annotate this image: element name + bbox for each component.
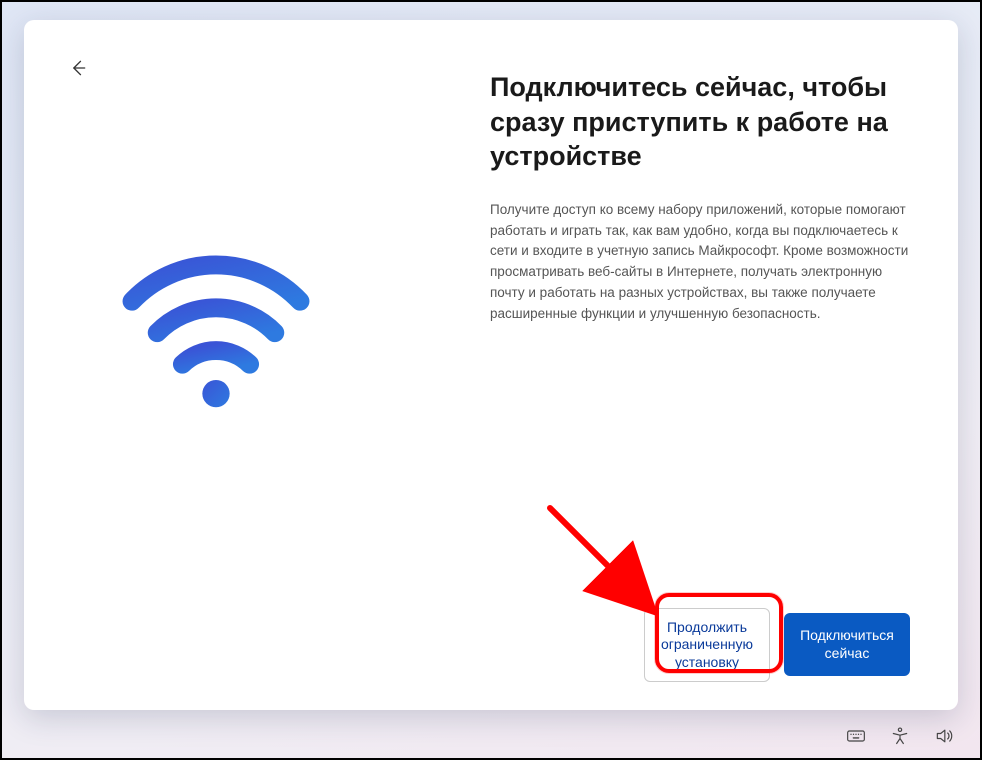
page-description: Получите доступ ко всему набору приложен…	[490, 200, 910, 326]
oobe-window: Подключитесь сейчас, чтобы сразу приступ…	[24, 20, 958, 710]
illustration-pane	[72, 36, 470, 600]
on-screen-keyboard-icon[interactable]	[844, 724, 868, 748]
text-pane: Подключитесь сейчас, чтобы сразу приступ…	[490, 56, 910, 600]
page-title: Подключитесь сейчас, чтобы сразу приступ…	[490, 70, 910, 174]
accessibility-icon[interactable]	[888, 724, 912, 748]
back-button[interactable]	[60, 50, 96, 86]
connect-now-button[interactable]: Подключиться сейчас	[784, 613, 910, 676]
wifi-icon	[111, 213, 321, 423]
content-area: Подключитесь сейчас, чтобы сразу приступ…	[72, 56, 910, 600]
volume-icon[interactable]	[932, 724, 956, 748]
footer-actions: Продолжить ограниченную установку Подклю…	[72, 608, 910, 683]
arrow-left-icon	[68, 58, 88, 78]
continue-limited-setup-button[interactable]: Продолжить ограниченную установку	[644, 608, 770, 683]
system-tray	[844, 724, 956, 748]
